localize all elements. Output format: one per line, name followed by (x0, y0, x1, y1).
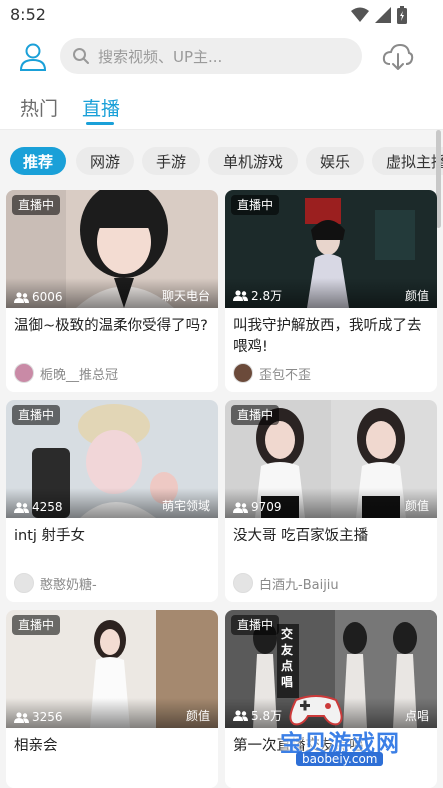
live-badge: 直播中 (12, 405, 61, 425)
tab-live[interactable]: 直播 (82, 94, 120, 121)
stream-title: 没大哥 吃百家饭主播 (233, 528, 369, 544)
category-chip-mobile-games[interactable]: 手游 (142, 147, 200, 175)
live-card[interactable]: 直播中 2.8万 颜值 叫我守护解放西，我听成了去喂鸡! 歪包不歪 (225, 190, 437, 392)
streamer-avatar (14, 363, 34, 383)
stream-title: 叫我守护解放西，我听成了去喂鸡! (233, 318, 422, 355)
streamer-info[interactable]: 憨憨奶糖- (14, 573, 97, 593)
tab-active-indicator (86, 122, 114, 125)
streamer-avatar (233, 573, 253, 593)
top-tabs: 热门 直播 (0, 84, 443, 130)
viewer-count-value: 4258 (32, 500, 63, 514)
viewer-count: 2.8万 (233, 287, 282, 304)
viewer-count-value: 2.8万 (251, 289, 283, 303)
cloud-download-icon[interactable] (382, 42, 414, 72)
people-icon (14, 291, 29, 303)
search-icon (73, 48, 89, 64)
stream-thumbnail: 直播中 2.8万 颜值 (225, 190, 437, 308)
search-bar[interactable]: 搜索视频、UP主... (60, 38, 362, 74)
live-badge: 直播中 (231, 405, 280, 425)
streamer-name: 栀晚__推总冠 (40, 367, 119, 383)
search-placeholder: 搜索视频、UP主... (98, 47, 223, 66)
viewer-count-value: 9709 (251, 500, 282, 514)
sign-text: 交友点唱 (281, 627, 294, 689)
viewer-count-value: 5.8万 (251, 709, 283, 723)
viewer-count-value: 6006 (32, 290, 63, 304)
viewer-count: 3256 (14, 710, 63, 724)
stream-title: intj 射手女 (14, 528, 86, 544)
stream-category: 颜值 (404, 499, 429, 513)
stream-category: 聊天电台 (161, 289, 210, 303)
live-card[interactable]: 交友点唱 直播中 5.8万 点唱 第一次直播交友点唱 (225, 610, 437, 788)
category-chip-online-games[interactable]: 网游 (76, 147, 134, 175)
stream-thumbnail: 直播中 3256 颜值 (6, 610, 218, 728)
live-card[interactable]: 直播中 3256 颜值 相亲会 (6, 610, 218, 788)
stream-category: 颜值 (404, 289, 429, 303)
live-card[interactable]: 直播中 9709 颜值 没大哥 吃百家饭主播 白酒九-Baijiu (225, 400, 437, 602)
streamer-info[interactable]: 栀晚__推总冠 (14, 363, 118, 383)
streamer-avatar (14, 573, 34, 593)
status-icons (351, 6, 407, 24)
signal-icon (375, 7, 391, 23)
people-icon (233, 290, 248, 301)
tab-hot[interactable]: 热门 (20, 94, 58, 121)
stream-title: 相亲会 (14, 738, 58, 754)
category-bar: 推荐 网游 手游 单机游戏 娱乐 虚拟主播 (0, 131, 443, 185)
stream-title: 第一次直播交友点唱 (233, 738, 364, 754)
status-time: 8:52 (10, 5, 46, 24)
people-icon (233, 501, 248, 513)
people-icon (14, 711, 29, 723)
category-chip-virtual-streamer[interactable]: 虚拟主播 (372, 147, 443, 175)
user-profile-icon[interactable] (18, 42, 48, 72)
category-chip-recommend[interactable]: 推荐 (10, 147, 66, 175)
live-badge: 直播中 (231, 195, 280, 215)
stream-thumbnail: 直播中 6006 聊天电台 (6, 190, 218, 308)
stream-title: 温御~极致的温柔你受得了吗? (14, 318, 208, 334)
stream-category: 点唱 (404, 709, 429, 723)
streamer-info[interactable]: 白酒九-Baijiu (233, 573, 339, 593)
stream-category: 颜值 (185, 709, 210, 723)
live-badge: 直播中 (12, 615, 61, 635)
status-bar: 8:52 (0, 0, 443, 30)
streamer-name: 憨憨奶糖- (40, 577, 97, 593)
live-card[interactable]: 直播中 4258 萌宅领域 intj 射手女 憨憨奶糖- (6, 400, 218, 602)
stream-thumbnail: 直播中 4258 萌宅领域 (6, 400, 218, 518)
live-badge: 直播中 (12, 195, 61, 215)
people-icon (14, 501, 29, 513)
live-badge: 直播中 (231, 615, 280, 635)
people-icon (233, 710, 248, 721)
streamer-info[interactable]: 歪包不歪 (233, 363, 311, 383)
streamer-name: 歪包不歪 (259, 367, 312, 383)
viewer-count: 6006 (14, 290, 63, 304)
stream-thumbnail: 直播中 9709 颜值 (225, 400, 437, 518)
app-header: 搜索视频、UP主... (0, 30, 443, 84)
stream-category: 萌宅领域 (161, 499, 210, 513)
viewer-count: 9709 (233, 500, 282, 514)
viewer-count-value: 3256 (32, 710, 63, 724)
wifi-icon (351, 7, 369, 22)
viewer-count: 4258 (14, 500, 63, 514)
viewer-count: 5.8万 (233, 707, 282, 724)
category-chip-entertainment[interactable]: 娱乐 (306, 147, 364, 175)
live-card[interactable]: 直播中 6006 聊天电台 温御~极致的温柔你受得了吗? 栀晚__推总冠 (6, 190, 218, 392)
stream-thumbnail: 交友点唱 直播中 5.8万 点唱 (225, 610, 437, 728)
streamer-name: 白酒九-Baijiu (259, 577, 339, 593)
category-chip-single-player[interactable]: 单机游戏 (208, 147, 298, 175)
streamer-avatar (233, 363, 253, 383)
battery-icon (397, 6, 407, 24)
